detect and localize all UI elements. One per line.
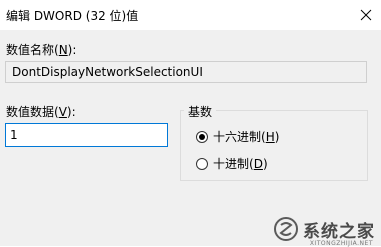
radio-hexadecimal-circle[interactable] [196,130,208,143]
radio-decimal-label-key: D [253,157,263,171]
title-bar: 编辑 DWORD (32 位)值 [0,0,381,30]
value-name-field: DontDisplayNetworkSelectionUI [5,61,367,83]
close-button[interactable] [351,0,381,30]
edit-dword-dialog: 编辑 DWORD (32 位)值 数值名称(N): DontDisplayNet… [0,0,381,247]
value-data-label-suffix: ): [66,105,76,119]
value-data-label-key: V [58,105,67,119]
close-icon [360,9,372,21]
value-name-label-key: N [58,43,68,57]
radio-hexadecimal[interactable]: 十六进制(H) [196,128,279,145]
base-legend: 基数 [184,103,217,120]
value-data-label-prefix: 数值数据( [6,105,59,119]
radio-hexadecimal-label[interactable]: 十六进制(H) [213,128,279,145]
window-title: 编辑 DWORD (32 位)值 [6,9,139,23]
radio-hexadecimal-label-suffix: ) [274,130,280,144]
value-data-label: 数值数据(V): [6,103,76,120]
radio-selected-dot [199,133,205,140]
radio-decimal-circle[interactable] [196,157,208,170]
watermark-text: 系统之家 [303,221,375,242]
watermark-logo-icon [274,217,298,241]
radio-decimal-label-prefix: 十进制( [213,157,254,171]
value-data-input[interactable] [5,123,168,147]
radio-decimal-label-suffix: ) [262,157,268,171]
radio-hexadecimal-label-prefix: 十六进制( [213,130,266,144]
value-name-label: 数值名称(N): [6,41,76,58]
radio-decimal[interactable]: 十进制(D) [196,155,268,172]
watermark: 系统之家 [273,216,375,242]
radio-hexadecimal-label-key: H [265,130,275,144]
radio-decimal-label[interactable]: 十进制(D) [213,155,268,172]
value-name-label-suffix: ): [67,43,77,57]
value-name-label-prefix: 数值名称( [6,43,59,57]
